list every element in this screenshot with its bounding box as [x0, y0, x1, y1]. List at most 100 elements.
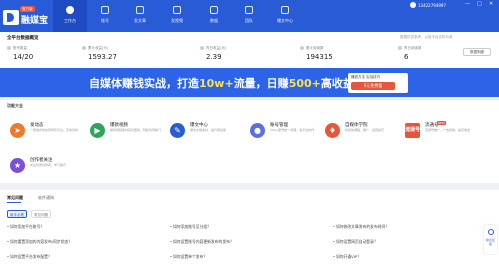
stat-label: 累计阅读数: [306, 46, 324, 50]
nav-label: 账号: [101, 18, 109, 23]
stats-note: 数据仅供参考，以各平台实际为准: [400, 35, 453, 39]
stat-icon: [398, 46, 402, 50]
promo-banner[interactable]: 自媒体赚钱实战，打造10w+流量，日赚500+高收益玩法 赚钱方法 实战技巧 0…: [0, 68, 499, 97]
workbench-icon: [66, 6, 74, 14]
question-text: 如何设置单个发布？: [173, 254, 208, 259]
send-icon: ➤: [10, 123, 25, 138]
active-tab-indicator: [7, 202, 21, 203]
bullet-icon: [170, 255, 172, 257]
article-icon: ✎: [170, 123, 185, 138]
academy-icon: ♦: [325, 123, 340, 138]
accounts-icon: [101, 6, 109, 14]
banner-promo-card[interactable]: 赚钱方法 实战技巧 0元免费看: [348, 73, 408, 93]
creator-icon: ★: [10, 158, 25, 173]
question-text: 如何添加平台账号？: [10, 224, 45, 229]
tab-notice[interactable]: 软件通知: [38, 195, 54, 201]
nav-item-publish-video[interactable]: 发视频: [160, 0, 194, 32]
feature-desc: 新媒体课程，推广、运营技巧: [345, 128, 385, 132]
feedback-float-button[interactable]: 建议反馈: [484, 225, 497, 254]
bullet-icon: [333, 255, 335, 257]
bullet-icon: [7, 225, 9, 227]
feature-creator-follow[interactable]: ★ 创作者关注 关注优质创作者，学习技巧: [10, 155, 85, 179]
fire-icon: [281, 6, 289, 14]
stats-title: 全平台数据概览: [7, 36, 39, 41]
video-icon: ▶: [90, 123, 105, 138]
promo-icon: 流通号: [405, 123, 420, 138]
banner-headline: 自媒体赚钱实战，打造10w+流量，日赚500+高收益玩法: [89, 75, 376, 91]
logo-badge: 官方版: [20, 6, 35, 12]
nav-label: 数据: [210, 18, 218, 23]
team-icon: [245, 6, 253, 14]
app-name: 融媒宝: [21, 16, 49, 26]
nav-item-team[interactable]: 团队: [232, 0, 266, 32]
nav-item-accounts[interactable]: 账号: [88, 0, 122, 32]
stat-value: 2.39: [206, 53, 222, 61]
promo-caption: 赚钱方法 实战技巧: [351, 75, 381, 79]
nav-item-publish-article[interactable]: 发文章: [123, 0, 157, 32]
stat-value: 14/20: [13, 53, 34, 61]
bullet-icon: [170, 240, 172, 242]
nav-label: 发文章: [134, 18, 146, 23]
nav-label: 爆文中心: [277, 18, 293, 23]
banner-text-b: 流量，日赚: [233, 77, 289, 90]
stats-panel: 全平台数据概览 数据仅供参考，以各平台实际为准 数据明细 账号数量 14/20 …: [0, 32, 499, 68]
stat-icon: [7, 46, 11, 50]
nav-item-hot-articles[interactable]: 爆文中心: [268, 0, 302, 32]
help-panel: 常见问题 软件通知 新手必看 常见问题 如何添加平台账号？ 如何添加账号至分组？…: [0, 190, 499, 269]
banner-highlight-1: 10w+: [199, 77, 234, 90]
maximize-button[interactable]: □: [477, 1, 482, 7]
feature-hot-video[interactable]: ▶ 爆款视频 爆款视频素材实时更新，轻松找到热门: [90, 120, 165, 144]
nav-label: 发视频: [171, 18, 183, 23]
minimize-button[interactable]: —: [465, 1, 470, 7]
feature-hot-article[interactable]: ✎ 爆文中心 爆款文章素材，提升阅读量: [170, 120, 245, 144]
user-phone: 13422794997: [418, 3, 446, 8]
promo-free-button[interactable]: 0元免费看: [351, 82, 395, 90]
stat-value: 6: [404, 53, 409, 61]
feature-academy[interactable]: ♦ 自媒体学院 新媒体课程，推广、运营技巧: [325, 120, 400, 144]
feature-circulation[interactable]: 流通号 流通号 NEW 流通号推广，广告投放，提高收益: [405, 120, 480, 144]
nav-item-workbench[interactable]: 工作台: [53, 0, 87, 32]
stat-icon: [300, 46, 304, 50]
question-text: 如何修改文章发布的发布时间？: [336, 224, 390, 229]
feature-post-dynamic[interactable]: ➤ 发动态 一键发布动态到所有平台，高效省时: [10, 120, 85, 144]
question-text: 如何添加账号至分组？: [173, 224, 211, 229]
feature-desc: 一键发布动态到所有平台，高效省时: [30, 128, 79, 132]
top-nav-bar: 官方版 融媒宝 工作台 账号 发文章 发视频 数据 团队 爆文中心 134227…: [0, 0, 499, 32]
video-icon: [173, 6, 181, 14]
stat-icon: [82, 46, 86, 50]
stat-value: 1593.27: [88, 53, 117, 61]
feature-desc: 流通号推广，广告投放，提高收益: [425, 128, 471, 132]
feedback-label: 建议反馈: [485, 238, 495, 246]
feature-desc: 爆款视频素材实时更新，轻松找到热门: [110, 128, 162, 132]
bullet-icon: [333, 240, 335, 242]
question-text: 如何重置添加的内容发布/同步状态？: [10, 239, 73, 244]
nav-label: 团队: [245, 18, 253, 23]
question-text: 如何开通VIP？: [336, 254, 361, 259]
new-badge: NEW: [437, 121, 446, 125]
features-title: 功能大全: [7, 103, 23, 108]
bullet-icon: [7, 240, 9, 242]
nav-item-data[interactable]: 数据: [197, 0, 231, 32]
feature-desc: 爆款文章素材，提升阅读量: [190, 128, 227, 132]
account-icon: ●: [250, 123, 265, 138]
avatar-icon: [410, 2, 416, 8]
stat-label: 累计收益(元): [88, 46, 109, 50]
pill-common[interactable]: 常见问题: [31, 210, 51, 218]
data-details-button[interactable]: 数据明细: [463, 48, 491, 56]
banner-text-a: 自媒体赚钱实战，打造: [89, 77, 199, 90]
bullet-icon: [7, 255, 9, 257]
logo-icon: [3, 10, 19, 25]
article-icon: [136, 6, 144, 14]
stat-label: 昨日收益(元): [206, 46, 227, 50]
close-button[interactable]: ✕: [489, 1, 493, 7]
bullet-icon: [170, 225, 172, 227]
features-panel: 功能大全 ➤ 发动态 一键发布动态到所有平台，高效省时 ▶ 爆款视频 爆款视频素…: [0, 97, 499, 183]
tab-faq[interactable]: 常见问题: [7, 195, 23, 201]
feature-account-manage[interactable]: ● 账号管理 500+账号统一管理，多平台协作: [250, 120, 325, 144]
question-text: 如何设置网页自动登录？: [336, 239, 378, 244]
pill-newbie[interactable]: 新手必看: [7, 210, 27, 218]
nav-label: 工作台: [64, 18, 76, 23]
question-text: 如何设置平台发布配置？: [10, 254, 52, 259]
data-icon: [210, 6, 218, 14]
banner-highlight-2: 500+: [288, 77, 321, 90]
